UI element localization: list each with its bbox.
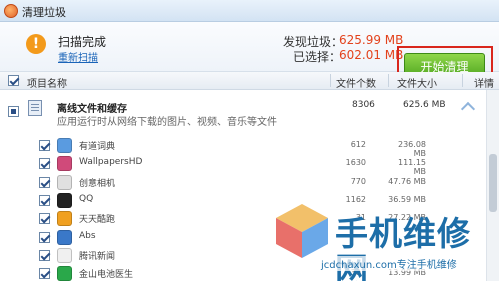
book-icon [57, 138, 72, 153]
item-checkbox[interactable] [39, 268, 50, 280]
item-count: 612 [350, 140, 366, 149]
item-checkbox[interactable] [39, 176, 50, 188]
document-icon [28, 100, 42, 116]
table-header: 项目名称 文件个数 文件大小 详情 [0, 72, 499, 90]
column-size[interactable]: 文件大小 [397, 75, 437, 90]
column-detail[interactable]: 详情 [474, 75, 494, 90]
runner-icon [57, 211, 72, 227]
list-item[interactable]: 有道词典 612 236.08 MB [0, 137, 486, 158]
news-icon [57, 247, 72, 263]
selected-value: 602.01 MB [339, 48, 404, 62]
battery-icon [57, 266, 72, 281]
select-all-checkbox[interactable] [8, 75, 19, 86]
penguin-icon [57, 192, 72, 208]
item-name: 创意相机 [79, 178, 116, 189]
item-name: 有道词典 [79, 142, 116, 152]
column-count[interactable]: 文件个数 [336, 75, 376, 90]
item-checkbox[interactable] [39, 249, 50, 261]
found-value: 625.99 MB [339, 33, 404, 47]
item-name: 腾讯新闻 [79, 251, 116, 262]
column-divider [462, 74, 463, 87]
item-name: QQ [79, 193, 94, 204]
item-checkbox[interactable] [39, 213, 50, 225]
item-count: 1162 [345, 194, 366, 204]
scroll-thumb[interactable] [489, 154, 497, 212]
chevron-up-icon[interactable] [460, 101, 476, 117]
group-checkbox[interactable] [8, 106, 19, 117]
watermark-title: 手机维修网 [335, 214, 471, 281]
item-name: 金山电池医生 [79, 270, 134, 281]
selected-label: 已选择： [293, 50, 342, 64]
item-size: 36.59 MB [388, 194, 426, 204]
column-divider [388, 74, 389, 87]
item-checkbox[interactable] [39, 140, 50, 151]
item-count: 1630 [345, 158, 366, 168]
list-item[interactable]: WallpapersHD 1630 111.15 MB [0, 155, 486, 176]
item-checkbox[interactable] [39, 194, 50, 206]
group-offline-cache[interactable]: 离线文件和缓存 应用运行时从网络下载的图片、视频、音乐等文件 8306 625.… [0, 90, 486, 128]
camera-icon [57, 174, 72, 190]
watermark-cube-icon [276, 204, 328, 258]
item-size: 47.76 MB [388, 176, 426, 186]
wallpaper-icon [57, 156, 72, 172]
item-name: WallpapersHD [79, 157, 143, 168]
column-name[interactable]: 项目名称 [27, 75, 67, 90]
item-name: 天天酷跑 [79, 215, 116, 226]
group-count: 8306 [352, 100, 375, 110]
warning-icon: ! [26, 34, 46, 54]
item-checkbox[interactable] [39, 231, 50, 243]
item-name: Abs [79, 230, 96, 241]
list-item[interactable]: QQ 1162 36.59 MB [0, 192, 486, 210]
group-description: 应用运行时从网络下载的图片、视频、音乐等文件 [57, 117, 277, 128]
window-title: 清理垃圾 [22, 6, 66, 19]
fitness-icon [57, 229, 72, 245]
title-bar: 清理垃圾 [0, 0, 499, 22]
scan-status: 扫描完成 [58, 35, 107, 49]
list-item[interactable]: 创意相机 770 47.76 MB [0, 174, 486, 192]
item-count: 770 [350, 176, 366, 186]
scan-summary: ! 扫描完成 重新扫描 发现垃圾： 625.99 MB 已选择： 602.01 … [0, 22, 499, 89]
column-divider [330, 74, 331, 87]
group-size: 625.6 MB [403, 100, 446, 110]
rescan-link[interactable]: 重新扫描 [58, 49, 98, 64]
app-logo-icon [4, 4, 18, 18]
item-checkbox[interactable] [39, 158, 50, 170]
watermark-url: jcdchaxun.com专注手机维修 [321, 256, 457, 271]
